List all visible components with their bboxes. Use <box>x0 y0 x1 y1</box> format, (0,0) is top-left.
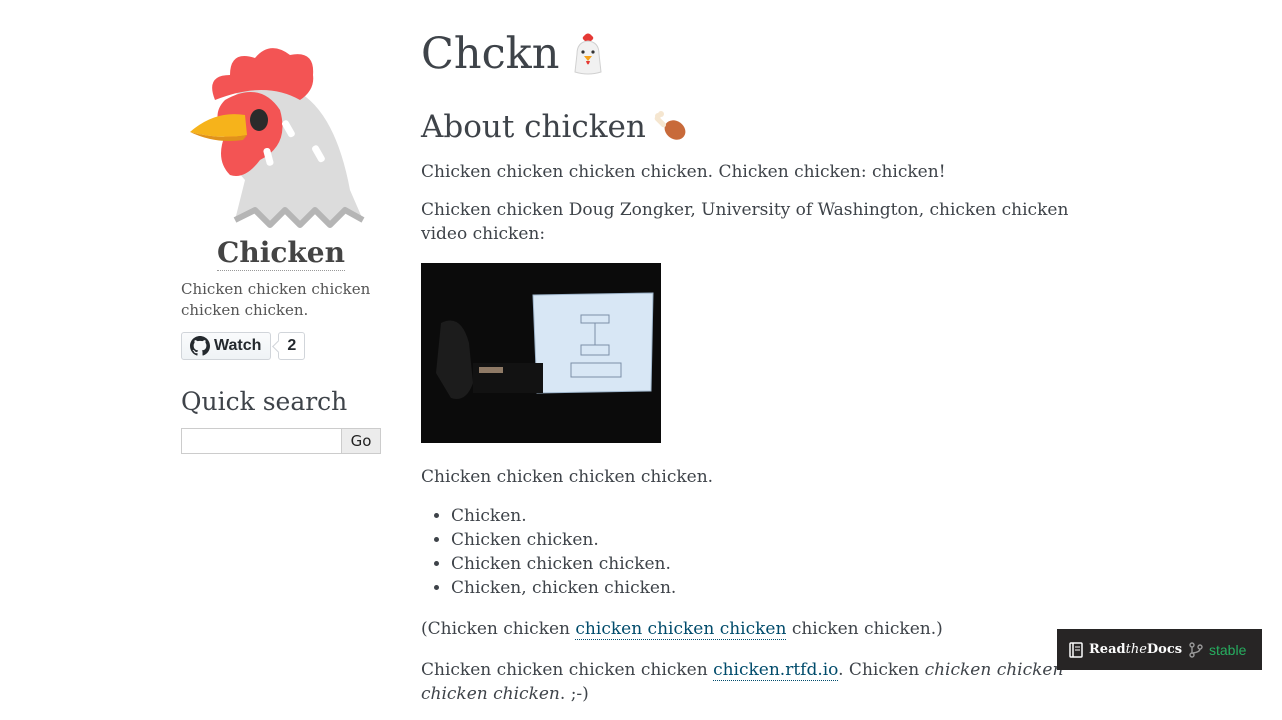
paragraph-5-text-end: . ;-) <box>559 684 589 704</box>
paragraph-2: Chicken chicken Doug Zongker, University… <box>421 200 1069 244</box>
bullet-list: Chicken. Chicken chicken. Chicken chicke… <box>421 504 1091 600</box>
rtd-brand-the: the <box>1125 642 1147 657</box>
github-watch-button[interactable]: Watch <box>181 332 272 360</box>
rtd-version-label: stable <box>1209 641 1247 658</box>
rtd-version-badge[interactable]: ReadtheDocs stable <box>1057 629 1262 670</box>
search-input[interactable] <box>181 428 341 454</box>
rtfd-link[interactable]: chicken.rtfd.io <box>713 660 839 681</box>
main-content: Chckn About chicken Chicken chicken chic… <box>421 28 1091 706</box>
chicken-logo[interactable] <box>185 40 365 230</box>
rtd-version[interactable]: stable <box>1189 642 1246 658</box>
chicken-link[interactable]: chicken chicken chicken <box>575 619 787 640</box>
paragraph-4-text-start: (Chicken chicken <box>421 619 576 639</box>
sidebar: Chicken Chicken chicken chicken chicken … <box>181 40 381 454</box>
site-blurb: Chicken chicken chicken chicken chicken. <box>181 280 371 319</box>
paragraph-5-text-mid: . Chicken <box>838 660 925 680</box>
paragraph-3: Chicken chicken chicken chicken. <box>421 467 714 487</box>
paragraph-4: (Chicken chicken chicken chicken chicken… <box>421 617 1091 641</box>
list-item: Chicken, chicken chicken. <box>451 576 1091 600</box>
rtd-brand-read: Read <box>1089 642 1126 657</box>
list-item: Chicken chicken. <box>451 528 1091 552</box>
book-icon <box>1069 641 1083 658</box>
rtd-brand: ReadtheDocs <box>1057 641 1189 658</box>
site-title-link[interactable]: Chicken <box>181 236 381 271</box>
about-heading-text: About chicken <box>421 109 646 145</box>
list-item: Chicken chicken chicken. <box>451 552 1091 576</box>
paragraph-5-text-start: Chicken chicken chicken chicken <box>421 660 714 680</box>
watch-count[interactable]: 2 <box>278 332 306 360</box>
paragraph-1: Chicken chicken chicken chicken. Chicken… <box>421 162 946 182</box>
drumstick-icon <box>654 111 686 140</box>
search-go-button[interactable]: Go <box>341 428 381 454</box>
video-thumbnail[interactable] <box>421 263 661 443</box>
rtd-brand-label: ReadtheDocs <box>1089 642 1182 657</box>
quick-search-heading: Quick search <box>181 387 348 416</box>
page-title: Chckn <box>421 29 560 79</box>
paragraph-5: Chicken chicken chicken chicken chicken.… <box>421 658 1091 706</box>
github-icon <box>190 336 210 356</box>
branch-icon <box>1189 641 1203 658</box>
github-widget: Watch 2 <box>181 331 381 361</box>
page-heading: Chckn <box>421 28 1091 80</box>
chicken-emoji-icon <box>574 33 602 75</box>
paragraph-4-text-end: chicken chicken.) <box>786 619 943 639</box>
site-title: Chicken <box>217 236 345 271</box>
rtd-brand-docs: Docs <box>1146 642 1183 657</box>
watch-label: Watch <box>214 337 262 354</box>
list-item: Chicken. <box>451 504 1091 528</box>
about-heading: About chicken <box>421 108 1091 146</box>
search-form: Go <box>181 428 381 454</box>
video-still <box>421 263 661 443</box>
